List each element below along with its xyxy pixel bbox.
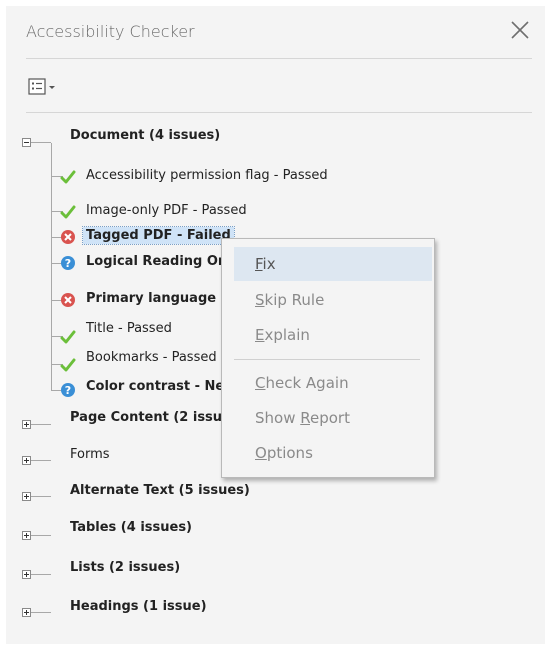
expand-headings-icon[interactable] <box>22 608 31 617</box>
tree-connector <box>31 424 51 425</box>
tree-category-tables[interactable]: Tables (4 issues) <box>70 520 192 535</box>
rule-logical-reading-order[interactable]: Logical Reading Or <box>86 254 224 269</box>
rule-image-only-pdf[interactable]: Image-only PDF - Passed <box>86 203 247 218</box>
tree-category-forms[interactable]: Forms <box>70 447 110 462</box>
error-icon <box>61 293 75 307</box>
tree-connector <box>31 496 51 497</box>
error-icon <box>61 230 75 244</box>
checkmark-icon <box>60 170 76 184</box>
expand-page-content-icon[interactable] <box>22 420 31 429</box>
menu-item-show-report[interactable]: Show Report <box>234 401 432 435</box>
tree-category-headings[interactable]: Headings (1 issue) <box>70 599 207 614</box>
rule-tagged-pdf[interactable]: Tagged PDF - Failed <box>82 226 235 245</box>
tree-connector <box>31 535 51 536</box>
rule-title[interactable]: Title - Passed <box>86 321 172 336</box>
tree-category-document[interactable]: Document (4 issues) <box>70 128 220 143</box>
checkmark-icon <box>60 205 76 219</box>
question-icon: ? <box>61 383 75 397</box>
menu-item-skip-rule[interactable]: Skip Rule <box>234 283 432 317</box>
expand-forms-icon[interactable] <box>22 456 31 465</box>
tree-connector <box>31 460 51 461</box>
menu-separator <box>234 359 420 360</box>
collapse-document-icon[interactable] <box>22 138 31 147</box>
menu-item-check-again[interactable]: Check Again <box>234 366 432 400</box>
rule-color-contrast[interactable]: Color contrast - Ne <box>86 379 224 394</box>
checkmark-icon <box>60 358 76 372</box>
rule-accessibility-permission[interactable]: Accessibility permission flag - Passed <box>86 168 328 183</box>
menu-item-fix[interactable]: Fix <box>234 247 432 281</box>
expand-tables-icon[interactable] <box>22 531 31 540</box>
expand-lists-icon[interactable] <box>22 570 31 579</box>
svg-text:?: ? <box>65 257 71 270</box>
tree-category-page-content[interactable]: Page Content (2 issue <box>70 410 231 425</box>
tree-connector <box>31 612 51 613</box>
checkmark-icon <box>60 330 76 344</box>
question-icon: ? <box>61 256 75 270</box>
tree-connector <box>31 574 51 575</box>
selected-rule-label: Tagged PDF - Failed <box>82 226 235 245</box>
expand-alternate-text-icon[interactable] <box>22 492 31 501</box>
menu-item-options[interactable]: Options <box>234 436 432 470</box>
rule-bookmarks[interactable]: Bookmarks - Passed <box>86 350 217 365</box>
menu-item-explain[interactable]: Explain <box>234 318 432 352</box>
rule-primary-language[interactable]: Primary language - <box>86 291 226 306</box>
svg-text:?: ? <box>65 384 71 397</box>
tree-category-lists[interactable]: Lists (2 issues) <box>70 560 180 575</box>
tree-category-alternate-text[interactable]: Alternate Text (5 issues) <box>70 483 250 498</box>
tree-connector <box>31 142 51 143</box>
context-menu: Fix Skip Rule Explain Check Again Show R… <box>221 238 435 478</box>
tree-connector <box>51 143 52 390</box>
